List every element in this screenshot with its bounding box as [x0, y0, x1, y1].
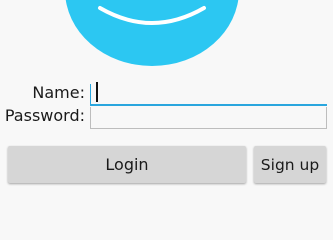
login-button[interactable]: Login: [8, 146, 246, 183]
password-input[interactable]: [90, 107, 327, 129]
signup-button[interactable]: Sign up: [254, 146, 326, 183]
name-label: Name:: [32, 83, 85, 102]
smiley-face-icon: [65, 0, 239, 66]
text-caret: [96, 82, 98, 102]
password-label: Password:: [4, 106, 85, 125]
name-input[interactable]: [90, 84, 327, 106]
